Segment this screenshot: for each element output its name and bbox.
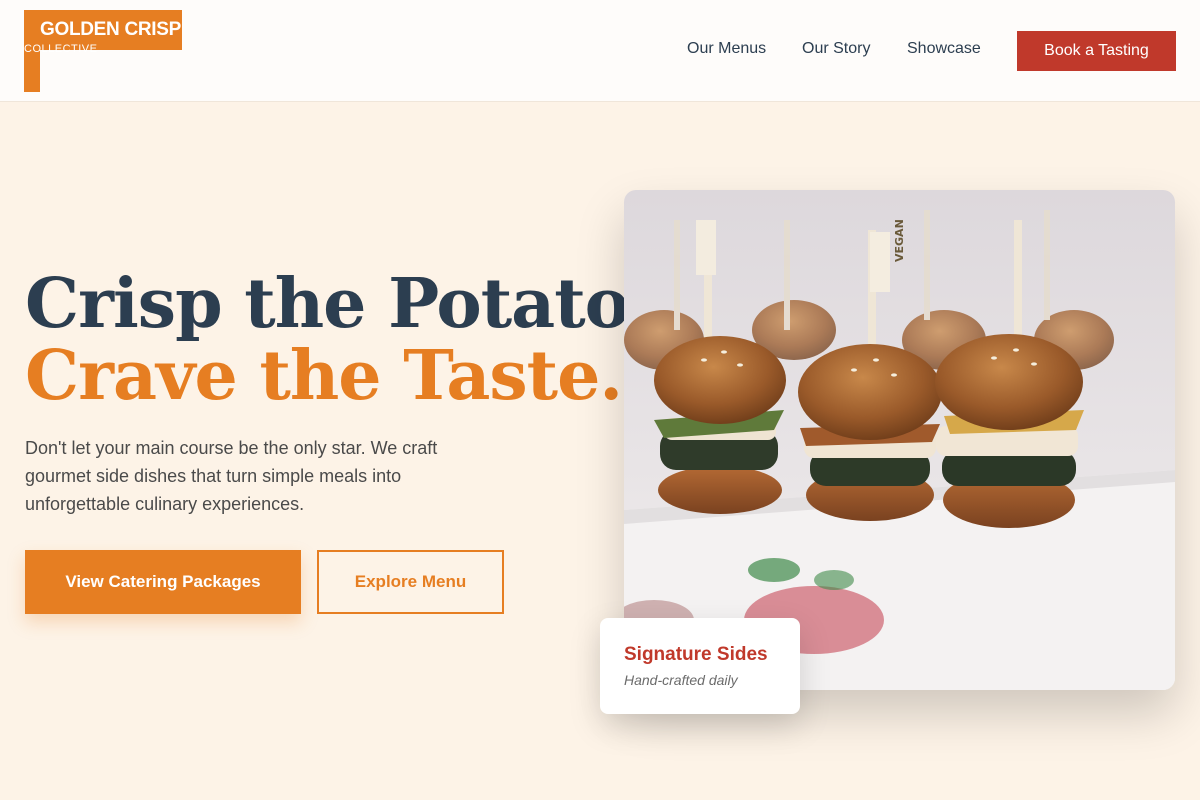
hero-title: Crisp the Potato, Crave the Taste. xyxy=(25,264,653,416)
hero-title-line2: Crave the Taste. xyxy=(25,336,623,416)
vegan-pick-label: VEGAN xyxy=(893,219,906,262)
nav-link-our-menus[interactable]: Our Menus xyxy=(687,40,766,58)
hero-description: Don't let your main course be the only s… xyxy=(25,438,438,514)
nav-link-our-story[interactable]: Our Story xyxy=(802,40,870,58)
view-catering-packages-button[interactable]: View Catering Packages xyxy=(25,550,301,614)
logo-title: GOLDEN CRISP xyxy=(40,19,182,40)
hero-image-sliders: VEGAN xyxy=(624,190,1175,690)
card-title: Signature Sides xyxy=(624,644,768,665)
sliders-photo: VEGAN xyxy=(624,190,1175,690)
book-tasting-button[interactable]: Book a Tasting xyxy=(1017,31,1176,71)
hero-title-line1: Crisp the Potato, xyxy=(25,264,653,344)
card-subtitle: Hand-crafted daily xyxy=(624,672,738,688)
signature-sides-card: Signature Sides Hand-crafted daily xyxy=(600,618,800,714)
logo-stem xyxy=(24,50,40,92)
logo[interactable]: GOLDEN CRISP COLLECTIVE xyxy=(24,10,184,92)
logo-subtitle: COLLECTIVE xyxy=(24,43,98,55)
site-header: GOLDEN CRISP COLLECTIVE Our Menus Our St… xyxy=(0,0,1200,102)
explore-menu-button[interactable]: Explore Menu xyxy=(317,550,504,614)
nav-link-showcase[interactable]: Showcase xyxy=(907,40,981,58)
